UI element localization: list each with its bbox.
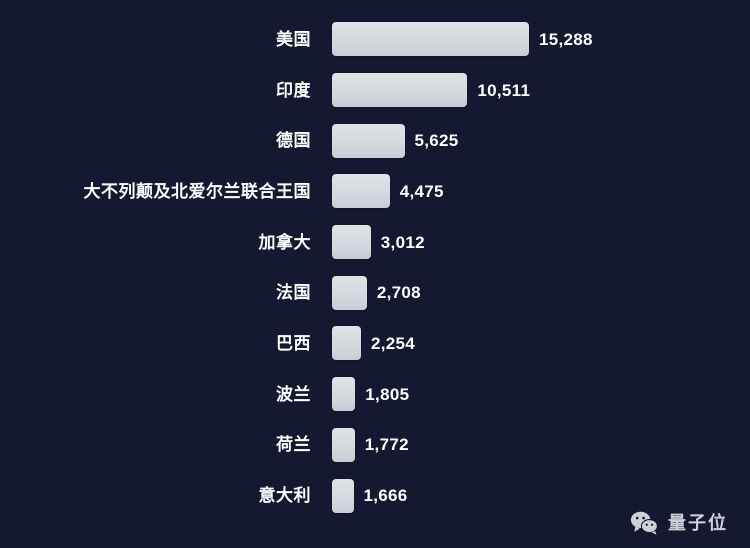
bar [332, 478, 354, 513]
bar-track: 10,511 [332, 73, 750, 108]
bar-track: 4,475 [332, 174, 750, 209]
bar-category-label: 荷兰 [276, 435, 311, 455]
bar-value-label: 3,012 [380, 232, 425, 252]
bar-track: 2,254 [332, 326, 750, 361]
bar-row: 印度 10,511 [0, 65, 750, 116]
bar-row: 大不列颠及北爱尔兰联合王国 4,475 [0, 166, 750, 217]
bar-rows-container: 美国 15,288 印度 10,511 德国 5,625 大不列颠及北爱尔兰联合王国 4,47… [0, 14, 750, 521]
bar-track: 15,288 [332, 22, 750, 57]
bar-value-label: 2,708 [376, 283, 421, 303]
bar-row: 德国 5,625 [0, 115, 750, 166]
bar-row: 加拿大 3,012 [0, 217, 750, 268]
bar-category-label: 波兰 [276, 384, 311, 404]
bar [332, 275, 367, 310]
bar-value-label: 1,805 [365, 384, 410, 404]
bar-row: 荷兰 1,772 [0, 420, 750, 471]
bar-row: 法国 2,708 [0, 267, 750, 318]
bar-value-label: 1,666 [363, 486, 408, 506]
bar-row: 波兰 1,805 [0, 369, 750, 420]
bar-track: 5,625 [332, 123, 750, 158]
bar-track: 2,708 [332, 275, 750, 310]
bar-category-label: 意大利 [258, 486, 311, 506]
bar-category-label: 德国 [276, 131, 311, 151]
bar-track: 1,666 [332, 478, 750, 513]
bar-value-label: 5,625 [414, 131, 459, 151]
bar [332, 427, 355, 462]
bar-value-label: 10,511 [477, 80, 531, 100]
bar-track: 3,012 [332, 225, 750, 260]
bar [332, 377, 356, 412]
bar [332, 22, 529, 57]
bar [332, 174, 390, 209]
watermark-text: 量子位 [668, 513, 728, 533]
bar [332, 73, 468, 108]
bar-category-label: 加拿大 [258, 232, 311, 252]
bar-category-label: 巴西 [276, 333, 311, 353]
bar-category-label: 法国 [276, 283, 311, 303]
wechat-icon [630, 510, 660, 536]
bar [332, 225, 371, 260]
bar-value-label: 4,475 [399, 181, 444, 201]
bar [332, 326, 361, 361]
bar-chart: 美国 15,288 印度 10,511 德国 5,625 大不列颠及北爱尔兰联合王国 4,47… [0, 0, 750, 548]
bar-category-label: 大不列颠及北爱尔兰联合王国 [83, 181, 311, 201]
bar-category-label: 美国 [276, 29, 311, 49]
bar-row: 巴西 2,254 [0, 318, 750, 369]
bar-row: 美国 15,288 [0, 14, 750, 65]
bar [332, 123, 405, 158]
bar-track: 1,805 [332, 377, 750, 412]
bar-value-label: 1,772 [364, 435, 409, 455]
watermark: 量子位 [630, 510, 728, 536]
bar-value-label: 2,254 [371, 333, 416, 353]
bar-value-label: 15,288 [539, 29, 593, 49]
bar-category-label: 印度 [276, 80, 311, 100]
bar-track: 1,772 [332, 427, 750, 462]
